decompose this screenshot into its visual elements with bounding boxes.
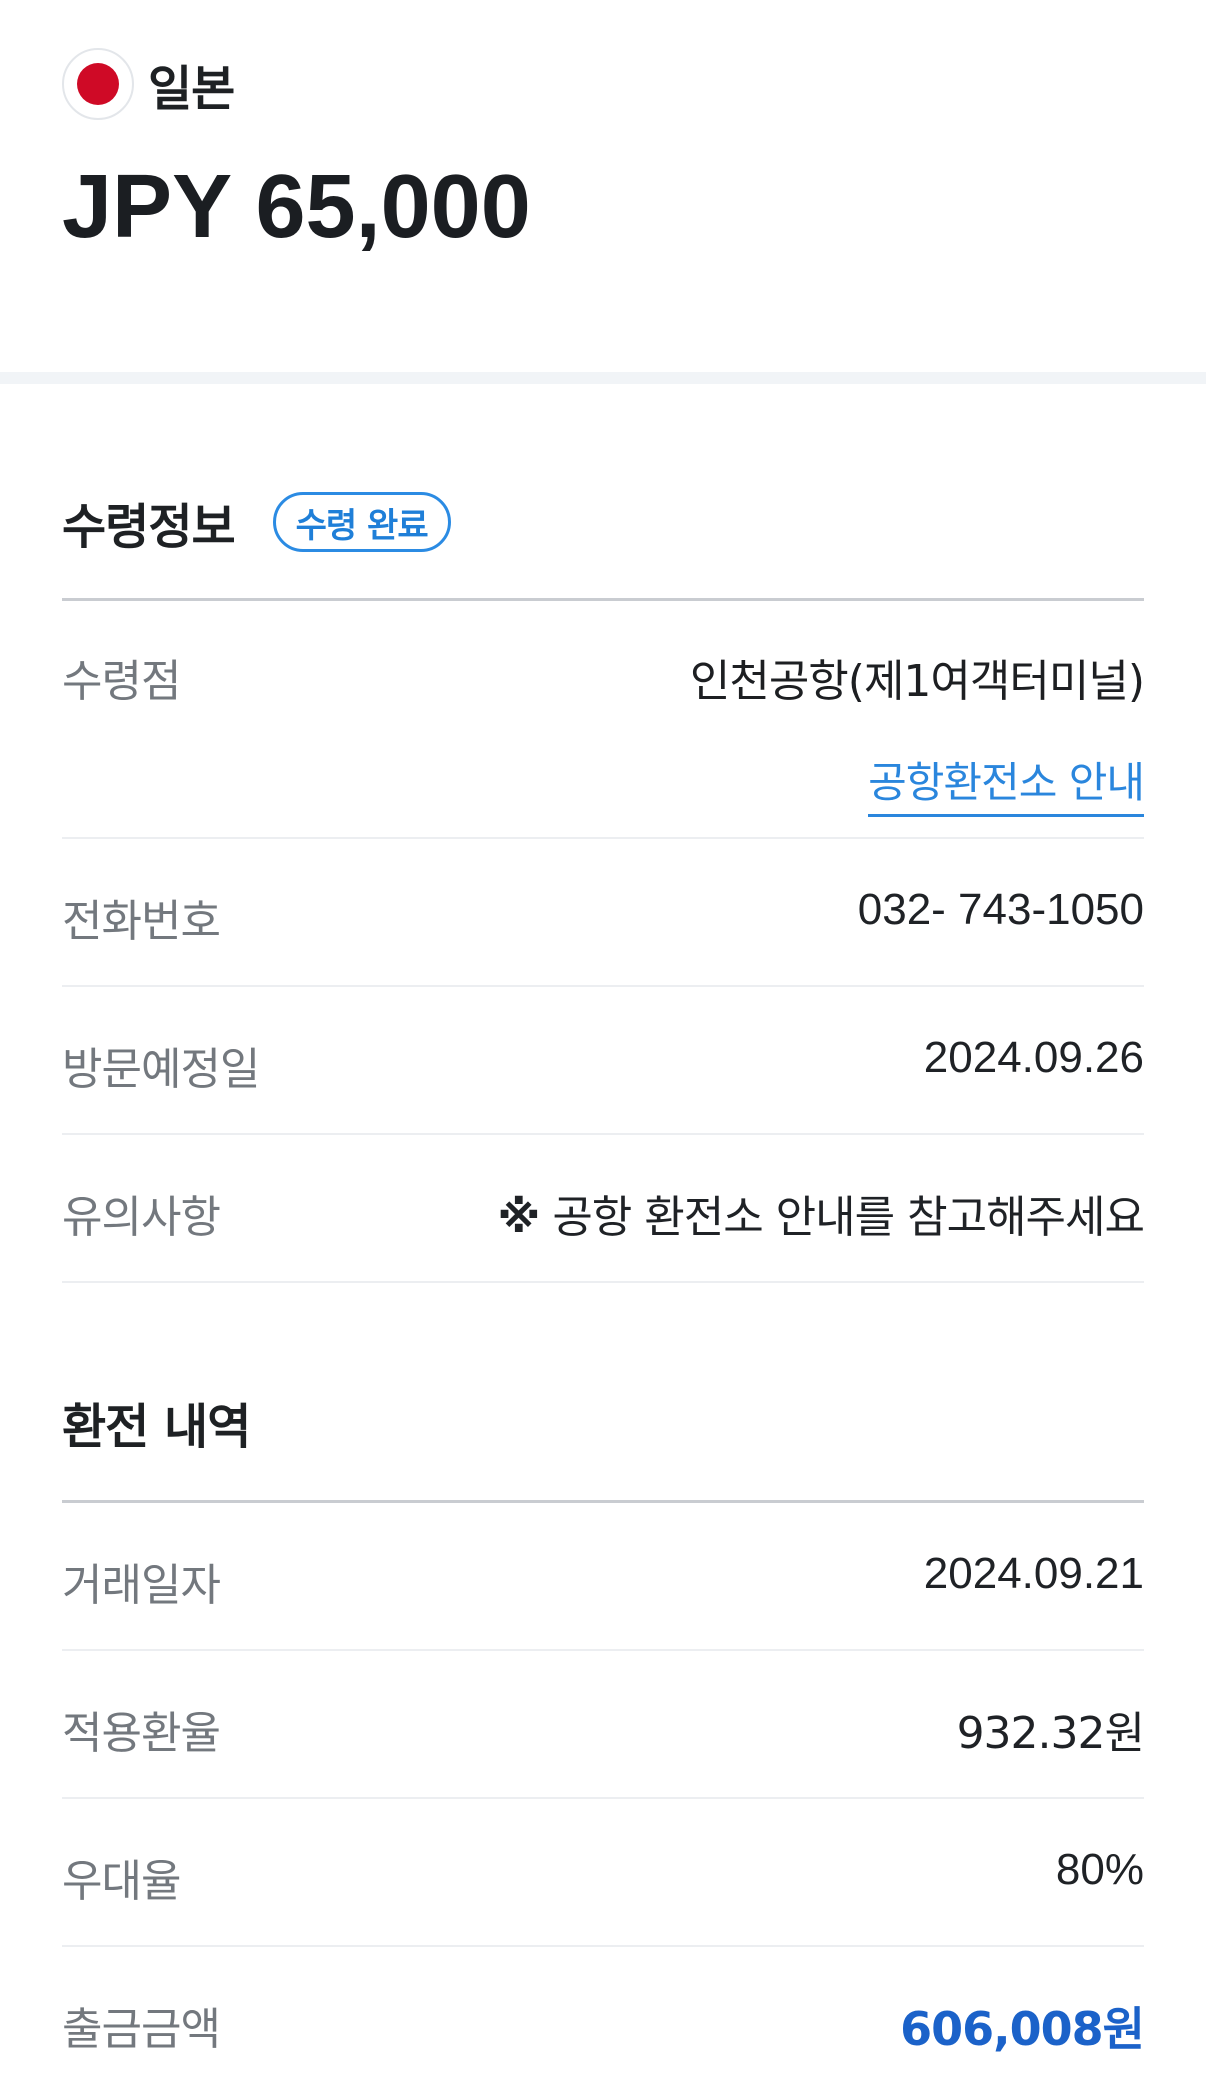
exchange-history-title: 환전 내역 [62, 1399, 251, 1455]
flag-red-circle [77, 63, 119, 105]
visit-date-row: 방문예정일 2024.09.26 [62, 987, 1144, 1135]
country-row: 일본 [62, 48, 1144, 120]
pickup-location-value: 인천공항(제1여객터미널) [689, 656, 1145, 707]
notice-value: ※ 공항 환전소 안내를 참고해주세요 [497, 1181, 1145, 1245]
preferential-rate-value: 80% [1055, 1845, 1144, 1894]
japan-flag-icon [62, 48, 134, 120]
receipt-info-title: 수령정보 [62, 499, 236, 555]
exchange-history-section: 환전 내역 거래일자 2024.09.21 적용환율 932.32원 우대율 8… [62, 1386, 1145, 2075]
exchange-history-header: 환전 내역 [62, 1386, 1144, 1458]
row-label: 방문예정일 [62, 1044, 260, 1095]
row-label: 전화번호 [62, 896, 221, 947]
exchange-rate-row: 적용환율 932.32원 [62, 1651, 1145, 1799]
notice-row: 유의사항 ※ 공항 환전소 안내를 참고해주세요 [62, 1135, 1145, 1283]
exchange-rate-value: 932.32원 [956, 1708, 1145, 1759]
country-name: 일본 [148, 61, 235, 117]
preferential-rate-row: 우대율 80% [62, 1799, 1144, 1947]
section-divider [0, 372, 1206, 384]
phone-value[interactable]: 032- 743-1050 [858, 885, 1144, 935]
row-label: 거래일자 [62, 1560, 221, 1611]
withdrawal-amount-row: 출금금액 606,008원 [62, 1947, 1145, 2075]
currency-header: 일본 JPY 65,000 [0, 0, 1206, 372]
pickup-location-row: 수령점 인천공항(제1여객터미널) 공항환전소 안내 [62, 601, 1145, 839]
notice-text: 공항 환전소 안내를 참고해주세요 [552, 1192, 1145, 1243]
status-badge: 수령 완료 [272, 492, 451, 552]
airport-exchange-guide-link[interactable]: 공항환전소 안내 [868, 749, 1145, 817]
row-label: 유의사항 [62, 1192, 221, 1243]
transaction-date-value: 2024.09.21 [923, 1549, 1144, 1598]
row-label: 적용환율 [62, 1708, 221, 1759]
reference-mark-icon: ※ [497, 1192, 541, 1243]
withdrawal-amount-value: 606,008원 [900, 2002, 1145, 2056]
transaction-date-row: 거래일자 2024.09.21 [62, 1503, 1144, 1651]
exchange-detail-page: 일본 JPY 65,000 수령정보 수령 완료 수령점 인천공항(제1여객터미… [0, 0, 1206, 2075]
row-label: 수령점 [62, 656, 181, 707]
phone-row: 전화번호 032- 743-1050 [62, 839, 1144, 987]
receipt-info-header: 수령정보 수령 완료 [62, 486, 1144, 558]
receipt-info-section: 수령정보 수령 완료 수령점 인천공항(제1여객터미널) 공항환전소 안내 전화… [62, 486, 1145, 1283]
visit-date-value: 2024.09.26 [923, 1033, 1144, 1082]
row-label: 출금금액 [62, 2004, 221, 2055]
exchange-amount: JPY 65,000 [62, 157, 531, 257]
row-label: 우대율 [62, 1856, 181, 1907]
pickup-location-values: 인천공항(제1여객터미널) 공항환전소 안내 [689, 645, 1145, 817]
